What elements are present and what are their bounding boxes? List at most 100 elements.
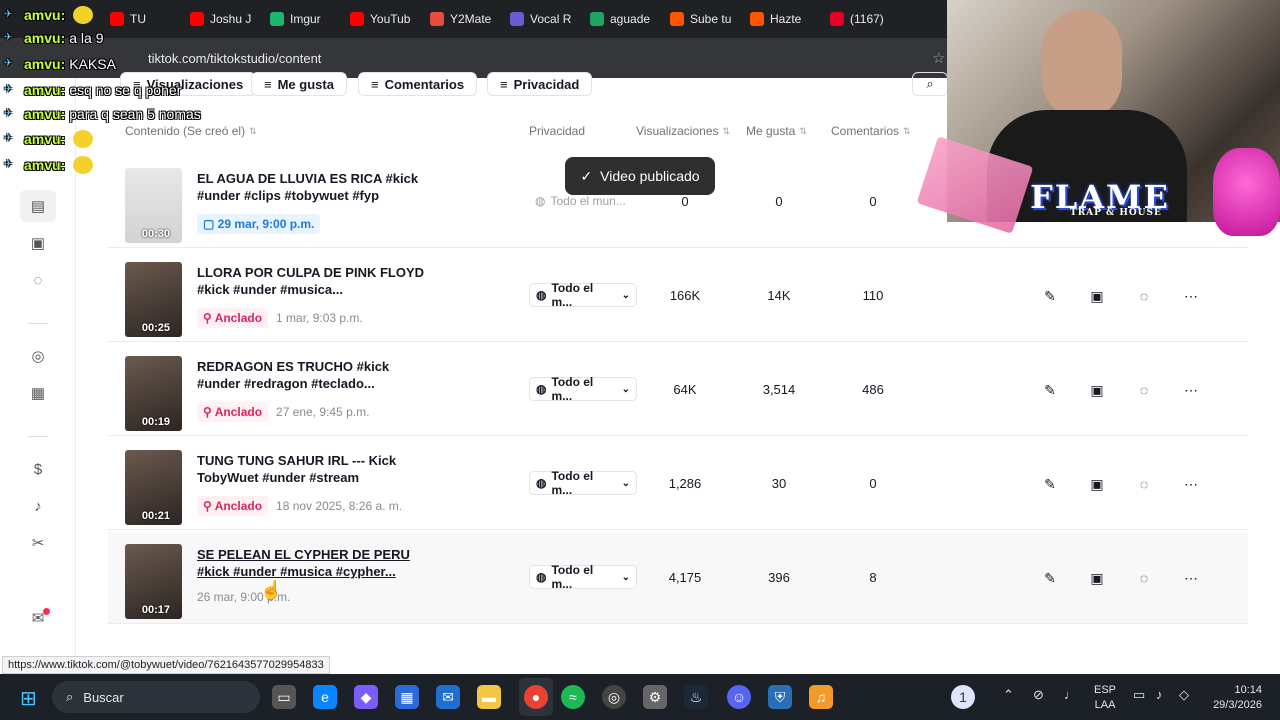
windows-start-icon[interactable]: ⊞ [20, 686, 37, 711]
copilot-icon[interactable]: ◆ [354, 685, 378, 709]
more-options-icon[interactable]: ⋯ [1179, 378, 1203, 402]
muted-icon[interactable]: ⊘ [1033, 687, 1044, 703]
music-note-icon[interactable]: ♪ [28, 496, 48, 516]
table-row[interactable]: 00:25 LLORA POR CULPA DE PINK FLOYD #kic… [108, 250, 1248, 342]
more-options-icon[interactable]: ⋯ [1179, 284, 1203, 308]
video-thumbnail[interactable]: 00:19 [125, 356, 182, 431]
table-row[interactable]: 00:21 TUNG TUNG SAHUR IRL --- Kick TobyW… [108, 438, 1248, 530]
more-options-icon[interactable]: ⋯ [1179, 566, 1203, 590]
sidebar-divider [28, 436, 48, 437]
bookmark-item[interactable]: Sube tu [670, 12, 750, 26]
tools-scissors-icon[interactable]: ✂ [28, 533, 48, 553]
language-indicator[interactable]: ESP LAA [1094, 683, 1116, 713]
bookmark-favicon-icon [830, 12, 844, 26]
discord-icon[interactable]: ☺ [727, 685, 751, 709]
store-icon[interactable]: ▦ [395, 685, 419, 709]
comments-icon[interactable]: ◌ [1132, 378, 1156, 402]
privacy-dropdown[interactable]: ◍ Todo el m... ⌄ [529, 375, 637, 403]
chevron-up-icon[interactable]: ⌃ [1003, 687, 1014, 703]
volume-icon[interactable]: ♪ [1156, 687, 1163, 702]
video-thumbnail[interactable]: 00:25 [125, 262, 182, 337]
table-row[interactable]: 00:17 SE PELEAN EL CYPHER DE PERU #kick … [108, 532, 1248, 624]
video-title[interactable]: LLORA POR CULPA DE PINK FLOYD #kick #und… [197, 264, 427, 298]
bookmark-item[interactable]: Hazte [750, 12, 830, 26]
analytics-icon[interactable]: ▣ [1085, 566, 1109, 590]
obs-icon[interactable]: ◎ [602, 685, 626, 709]
analytics-icon[interactable]: ▣ [1085, 284, 1109, 308]
privacy-dropdown[interactable]: ◍ Todo el m... ⌄ [529, 469, 637, 497]
checkmark-icon: ✓ [580, 167, 593, 184]
academy-book-icon[interactable]: ▦ [28, 383, 48, 403]
header-views[interactable]: Visualizaciones ⇅ [636, 124, 730, 138]
edit-pencil-icon[interactable]: ✎ [1038, 472, 1062, 496]
header-comments[interactable]: Comentarios ⇅ [831, 124, 911, 138]
views-count: 4,175 [668, 570, 702, 585]
comments-icon[interactable]: ◌ [1132, 284, 1156, 308]
video-title[interactable]: TUNG TUNG SAHUR IRL --- Kick TobyWuet #u… [197, 452, 427, 486]
comments-icon[interactable]: ◌ [28, 270, 48, 290]
analytics-icon[interactable]: ▣ [28, 233, 48, 253]
filter-likes[interactable]: ≡ Me gusta [251, 72, 347, 96]
fl-studio-icon[interactable]: ♫ [809, 685, 833, 709]
inspiration-bulb-icon[interactable]: ◎ [28, 346, 48, 366]
monetization-dollar-icon[interactable]: $ [28, 459, 48, 479]
content-folder-icon[interactable]: ▤ [20, 190, 56, 222]
calendar-icon: ▢ [203, 217, 218, 231]
video-thumbnail[interactable]: 00:21 [125, 450, 182, 525]
globe-icon: ◍ [536, 570, 547, 584]
edit-pencil-icon[interactable]: ✎ [1038, 378, 1062, 402]
chat-message: ✈ amvu: [4, 6, 94, 24]
bookmark-item[interactable]: YouTub [350, 12, 430, 26]
bookmark-item[interactable]: aguade [590, 12, 670, 26]
privacy-dropdown[interactable]: ◍ Todo el m... ⌄ [529, 281, 637, 309]
bookmark-item[interactable]: Imgur [270, 12, 350, 26]
task-view-icon[interactable]: ▭ [272, 685, 296, 709]
system-clock[interactable]: 10:14 29/3/2026 [1206, 683, 1262, 713]
comments-count: 0 [869, 476, 877, 491]
analytics-icon[interactable]: ▣ [1085, 472, 1109, 496]
comments-icon[interactable]: ◌ [1132, 566, 1156, 590]
bookmark-star-icon[interactable]: ☆ [932, 49, 945, 67]
bookmark-item[interactable]: (1167) [830, 12, 910, 26]
security-shield-icon[interactable]: ⛨ [768, 685, 792, 709]
edit-pencil-icon[interactable]: ✎ [1038, 284, 1062, 308]
outlook-icon[interactable]: ✉ [436, 685, 460, 709]
steam-icon[interactable]: ♨ [684, 685, 708, 709]
network-icon[interactable]: ◇ [1179, 687, 1189, 703]
pinned-badge: ⚲ Anclado [197, 308, 269, 328]
header-likes[interactable]: Me gusta ⇅ [746, 124, 807, 138]
chat-badge-icon: ✈ [4, 108, 13, 119]
pin-icon: ⚲ [203, 311, 215, 325]
edit-pencil-icon[interactable]: ✎ [1038, 566, 1062, 590]
microphone-icon[interactable]: ♩ [1064, 687, 1077, 702]
settings-gear-icon[interactable]: ⚙ [643, 685, 667, 709]
scheduled-date-badge: ▢ 29 mar, 9:00 p.m. [197, 214, 321, 234]
taskbar-search[interactable]: ⌕ Buscar [52, 681, 260, 713]
comments-icon[interactable]: ◌ [1132, 472, 1156, 496]
emote-icon [73, 130, 94, 148]
bookmark-favicon-icon [430, 12, 444, 26]
feedback-mail-icon[interactable]: ✉ [28, 608, 48, 628]
chevron-down-icon: ⌄ [621, 571, 630, 583]
views-count: 1,286 [668, 476, 702, 491]
privacy-dropdown[interactable]: ◍ Todo el m... ⌄ [529, 563, 637, 591]
chrome-icon[interactable]: ● [524, 685, 548, 709]
filter-privacy[interactable]: ≡ Privacidad [487, 72, 593, 96]
likes-count: 396 [768, 570, 790, 585]
file-explorer-icon[interactable]: ▬ [477, 685, 501, 709]
analytics-icon[interactable]: ▣ [1085, 378, 1109, 402]
video-title-link[interactable]: SE PELEAN EL CYPHER DE PERU #kick #under… [197, 546, 427, 580]
bookmark-item[interactable]: Y2Mate [430, 12, 510, 26]
video-title[interactable]: REDRAGON ES TRUCHO #kick #under #redrago… [197, 358, 427, 392]
bookmark-item[interactable]: Vocal R [510, 12, 590, 26]
weather-icon[interactable]: 1 [951, 685, 975, 709]
filter-comments[interactable]: ≡ Comentarios [358, 72, 478, 96]
monitor-icon[interactable]: ▭ [1133, 687, 1145, 703]
edge-icon[interactable]: e [313, 685, 337, 709]
bookmark-favicon-icon [510, 12, 524, 26]
video-thumbnail[interactable]: 00:17 [125, 544, 182, 619]
more-options-icon[interactable]: ⋯ [1179, 472, 1203, 496]
table-row[interactable]: 00:19 REDRAGON ES TRUCHO #kick #under #r… [108, 344, 1248, 436]
spotify-icon[interactable]: ≈ [561, 685, 585, 709]
search-button[interactable]: ⌕ [912, 72, 948, 96]
